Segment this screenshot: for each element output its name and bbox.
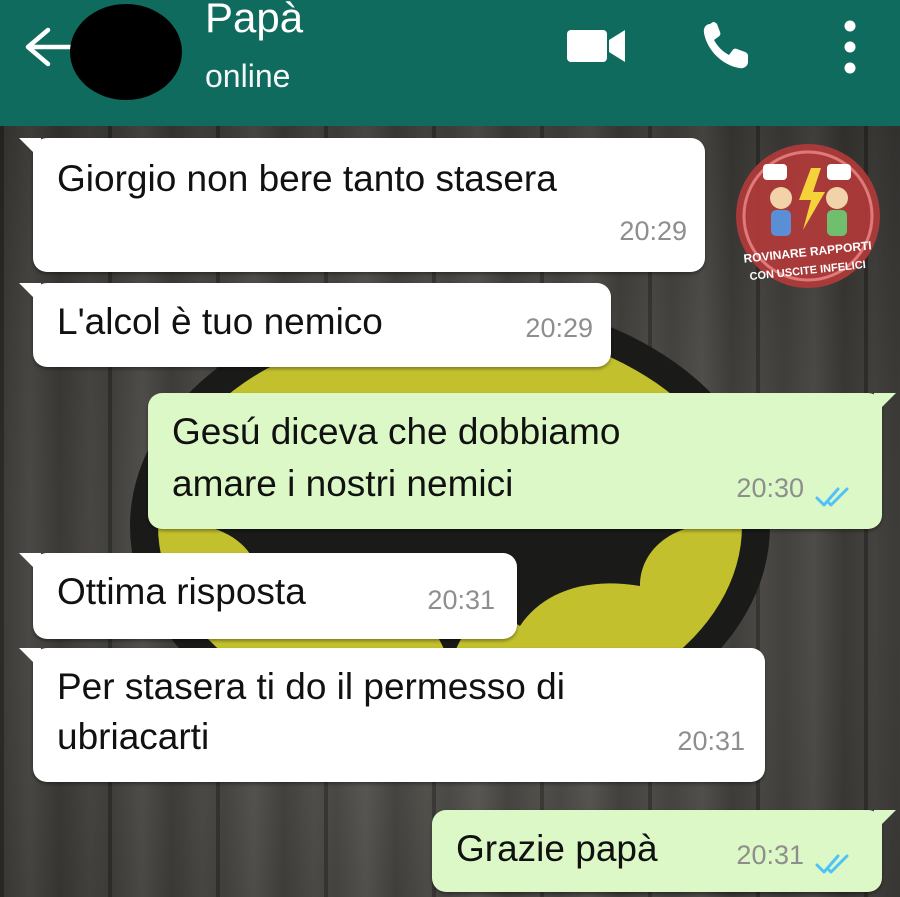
message-bubble-incoming[interactable]: Ottima risposta 20:31 [19,553,517,639]
message-bubble-incoming[interactable]: Per stasera ti do il permesso di ubriaca… [19,648,765,782]
back-arrow-icon[interactable] [18,22,76,72]
message-time: 20:31 [736,840,804,870]
chat-header: Papà online [0,0,900,126]
message-time: 20:31 [677,726,745,756]
message-time: 20:29 [525,313,593,343]
message-text-line1: Per stasera ti do il permesso di [57,666,565,707]
message-time: 20:31 [427,585,495,615]
bubble-tail [19,283,41,305]
phone-call-icon[interactable] [700,20,752,72]
contact-name[interactable]: Papà [205,0,303,42]
message-text-line2: ubriacarti [57,716,210,757]
contact-status: online [205,58,291,94]
message-bubble-incoming[interactable]: Giorgio non bere tanto stasera 20:29 [19,138,705,272]
bubble-tail [19,138,41,160]
bubble-tail [19,553,41,575]
video-call-icon[interactable] [565,26,627,66]
message-text-line2: amare i nostri nemici [172,463,514,504]
bubble-tail [19,648,41,670]
message-text-line1: Gesú diceva che dobbiamo [172,411,621,452]
bubble-tail [874,393,896,415]
read-ticks-icon [815,487,849,507]
message-time: 20:29 [619,216,687,246]
message-text: Grazie papà [456,828,658,869]
message-bubble-outgoing[interactable]: Grazie papà 20:31 [432,810,896,892]
message-text: L'alcol è tuo nemico [57,301,383,342]
message-bubble-outgoing[interactable]: Gesú diceva che dobbiamo amare i nostri … [148,393,896,529]
bubble-tail [874,810,896,832]
message-text: Giorgio non bere tanto stasera [57,158,557,199]
read-ticks-icon [815,854,849,874]
watermark-logo: ROVINARE RAPPORTI CON USCITE INFELICI [736,144,880,288]
more-options-icon[interactable] [838,18,862,76]
contact-avatar[interactable] [70,4,182,100]
message-time: 20:30 [736,473,804,503]
message-text: Ottima risposta [57,571,306,612]
message-bubble-incoming[interactable]: L'alcol è tuo nemico 20:29 [19,283,611,367]
